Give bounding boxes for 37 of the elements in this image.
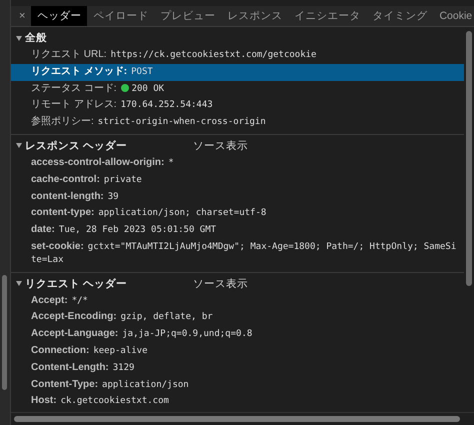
disclosure-triangle-icon[interactable] [16, 281, 22, 286]
view-source-link[interactable]: ソース表示 [193, 138, 248, 153]
header-row[interactable]: Connection: keep-alive [11, 342, 464, 360]
header-row[interactable]: access-control-allow-origin: * [11, 154, 464, 172]
tab[interactable]: Cookie [433, 6, 474, 26]
header-row[interactable]: set-cookie: gctxt="MTAuMTI2LjAuMjo4MDgw"; Max-Age=1800; Path=/; HttpOnly; SameSite=Lax [11, 238, 464, 269]
tab[interactable]: ペイロード [87, 6, 154, 26]
header-row[interactable]: Accept-Encoding: gzip, deflate, br [11, 309, 464, 326]
header-row[interactable]: 参照ポリシー: strict-origin-when-cross-origin [11, 114, 464, 131]
tab[interactable]: ヘッダー [31, 6, 88, 26]
tab[interactable]: イニシエータ [288, 6, 366, 26]
header-row[interactable]: Content-Length: 3129 [11, 360, 464, 377]
view-source-link[interactable]: ソース表示 [193, 276, 248, 291]
header-row[interactable]: Host: ck.getcookiestxt.com [11, 393, 464, 410]
section-title[interactable]: 全般 [25, 31, 193, 45]
scrollbar-thumb[interactable] [14, 416, 460, 422]
tab[interactable]: タイミング [366, 6, 434, 26]
header-row[interactable]: Accept-Language: ja,ja-JP;q=0.9,und;q=0.8 [11, 326, 464, 343]
tab[interactable]: レスポンス [221, 6, 288, 26]
section-title[interactable]: レスポンス ヘッダー [25, 138, 193, 153]
tab[interactable]: プレビュー [154, 6, 222, 26]
header-row[interactable]: リモート アドレス: 170.64.252.54:443 [11, 97, 464, 114]
header-row[interactable]: Content-Type: application/json [11, 376, 464, 394]
header-row[interactable]: cache-control: private [11, 172, 464, 189]
section-title[interactable]: リクエスト ヘッダー [25, 276, 193, 291]
header-row[interactable]: リクエスト メソッド: POST [11, 64, 464, 81]
disclosure-triangle-icon[interactable] [16, 36, 22, 40]
header-row[interactable]: content-type: application/json; charset=utf-8 [11, 205, 464, 222]
close-button[interactable]: × [11, 6, 32, 26]
disclosure-triangle-icon[interactable] [16, 143, 22, 148]
header-row[interactable]: リクエスト URL: https://ck.getcookiestxt.com/getcookie [11, 47, 464, 64]
header-row[interactable]: content-length: 39 [11, 188, 464, 206]
header-row[interactable]: date: Tue, 28 Feb 2023 05:01:50 GMT [11, 222, 464, 239]
header-row[interactable]: Accept: */* [11, 292, 464, 310]
scrollbar-thumb[interactable] [2, 275, 7, 390]
header-row[interactable]: ステータス コード: 200 OK [11, 80, 464, 98]
scrollbar-thumb[interactable] [466, 31, 472, 286]
